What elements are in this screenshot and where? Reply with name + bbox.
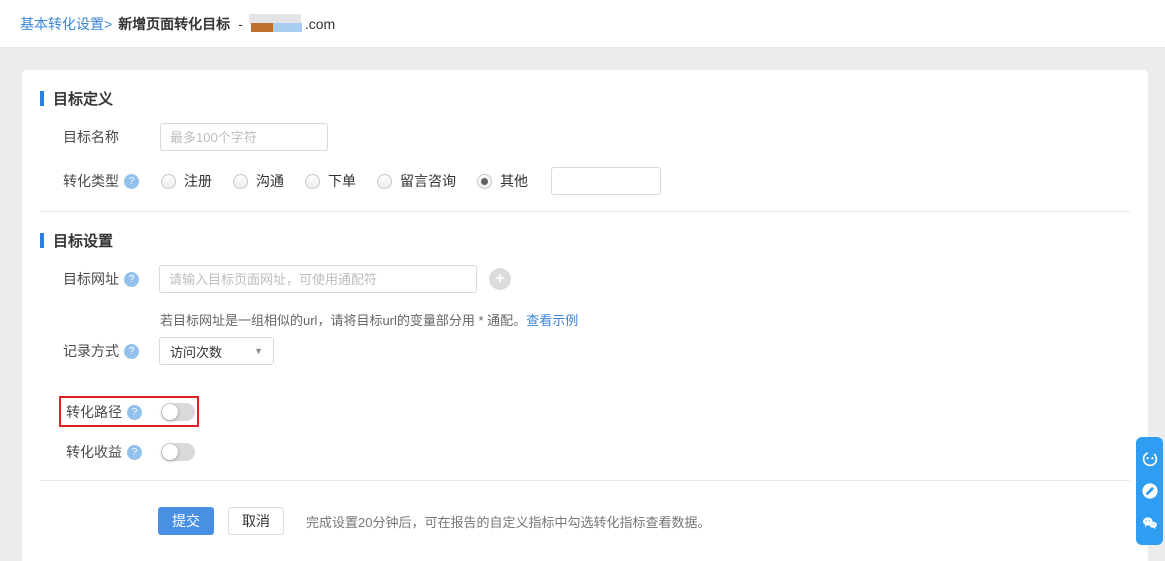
wechat-icon[interactable] <box>1141 514 1159 532</box>
target-url-input[interactable] <box>159 265 477 293</box>
radio-register[interactable]: 注册 <box>161 171 212 191</box>
domain-suffix: .com <box>305 16 335 32</box>
dropdown-selected-value: 访问次数 <box>170 342 222 361</box>
submit-button[interactable]: 提交 <box>158 507 214 535</box>
radio-other[interactable]: 其他 <box>477 171 528 191</box>
conversion-path-toggle[interactable] <box>161 403 195 421</box>
goal-name-row: 目标名称 <box>63 123 328 151</box>
url-wildcard-hint: 若目标网址是一组相似的url，请将目标url的变量部分用 * 通配。查看示例 <box>160 310 578 329</box>
help-icon[interactable]: ? <box>124 344 139 359</box>
breadcrumb-separator: - <box>238 16 243 32</box>
section-divider <box>40 480 1130 481</box>
help-icon[interactable]: ? <box>127 445 142 460</box>
floating-help-toolbar <box>1136 437 1163 545</box>
conversion-path-row: 转化路径 ? <box>66 402 195 422</box>
toggle-knob <box>162 404 178 420</box>
radio-circle <box>161 174 176 189</box>
cancel-button[interactable]: 取消 <box>228 507 284 535</box>
help-icon[interactable]: ? <box>127 405 142 420</box>
breadcrumb-link-basic-conversion-settings[interactable]: 基本转化设置> <box>20 14 112 34</box>
section-goal-definition: 目标定义 <box>40 88 113 109</box>
conversion-type-label: 转化类型 <box>63 171 119 191</box>
target-url-label: 目标网址 <box>63 269 119 289</box>
radio-circle <box>377 174 392 189</box>
conversion-type-radio-group: 注册 沟通 下单 留言咨询 其他 <box>161 167 661 195</box>
radio-circle <box>305 174 320 189</box>
goal-name-input[interactable] <box>160 123 328 151</box>
radio-order[interactable]: 下单 <box>305 171 356 191</box>
page-title: 新增页面转化目标 <box>118 14 230 34</box>
help-icon[interactable]: ? <box>124 174 139 189</box>
conversion-revenue-label: 转化收益 <box>66 442 122 462</box>
radio-circle <box>477 174 492 189</box>
section-accent-bar <box>40 91 44 106</box>
breadcrumb-bar: 基本转化设置> 新增页面转化目标 - .com <box>0 0 1165 48</box>
blur-block-orange <box>251 23 273 32</box>
section-goal-settings: 目标设置 <box>40 230 113 251</box>
add-url-button[interactable]: + <box>489 268 511 290</box>
conversion-type-row: 转化类型 ? 注册 沟通 下单 留言咨询 其他 <box>63 167 661 195</box>
record-method-row: 记录方式 ? 访问次数 ▼ <box>63 337 274 365</box>
help-icon[interactable]: ? <box>124 272 139 287</box>
section-accent-bar <box>40 233 44 248</box>
customer-service-icon[interactable] <box>1141 450 1159 468</box>
record-method-label: 记录方式 <box>63 341 119 361</box>
toggle-knob <box>162 444 178 460</box>
hint-text: 若目标网址是一组相似的url，请将目标url的变量部分用 * 通配。 <box>160 313 526 328</box>
radio-circle <box>233 174 248 189</box>
section-title: 目标设置 <box>53 230 113 251</box>
record-method-dropdown[interactable]: 访问次数 ▼ <box>159 337 274 365</box>
section-divider <box>40 211 1130 212</box>
radio-message-consult[interactable]: 留言咨询 <box>377 171 456 191</box>
blur-block-blue <box>273 23 302 32</box>
conversion-goal-form-panel: 目标定义 目标名称 转化类型 ? 注册 沟通 下单 留言咨询 <box>22 70 1148 561</box>
censored-domain-blur <box>249 14 305 33</box>
submit-hint-text: 完成设置20分钟后，可在报告的自定义指标中勾选转化指标查看数据。 <box>306 512 710 531</box>
section-title: 目标定义 <box>53 88 113 109</box>
radio-communicate[interactable]: 沟通 <box>233 171 284 191</box>
other-type-input[interactable] <box>551 167 661 195</box>
conversion-path-label: 转化路径 <box>66 402 122 422</box>
conversion-revenue-row: 转化收益 ? <box>66 442 195 462</box>
view-example-link[interactable]: 查看示例 <box>526 313 578 328</box>
target-url-row: 目标网址 ? + <box>63 265 511 293</box>
goal-name-label: 目标名称 <box>63 127 119 147</box>
form-actions-row: 提交 取消 完成设置20分钟后，可在报告的自定义指标中勾选转化指标查看数据。 <box>158 507 710 535</box>
feedback-pencil-icon[interactable] <box>1141 482 1159 500</box>
chevron-down-icon: ▼ <box>254 346 263 356</box>
conversion-revenue-toggle[interactable] <box>161 443 195 461</box>
